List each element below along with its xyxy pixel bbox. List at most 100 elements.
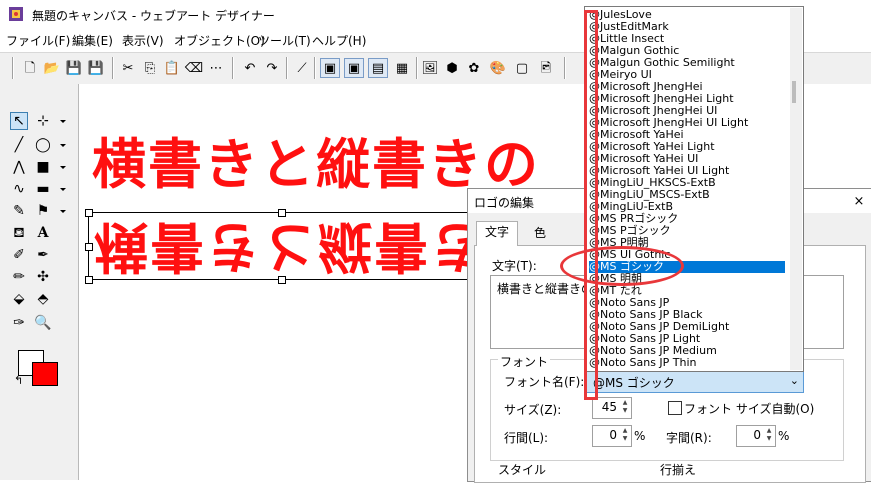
resize-handle[interactable] xyxy=(85,209,93,217)
cut-icon[interactable]: ✂ xyxy=(118,58,138,78)
new-file-icon[interactable]: 🗋 xyxy=(20,58,40,78)
char-spacing-stepper[interactable]: 0 ▲ ▼ xyxy=(736,425,776,447)
scrollbar[interactable] xyxy=(790,8,802,370)
menu-object[interactable]: オブジェクト(O) xyxy=(174,32,265,49)
size-label: サイズ(Z): xyxy=(504,403,562,417)
eyedropper-icon[interactable]: ✑ xyxy=(10,314,28,332)
rectangle-tool-icon[interactable]: ■ xyxy=(34,158,52,176)
dropdown-triangle-icon[interactable] xyxy=(60,144,66,147)
auto-size-label: フォント サイズ自動(O) xyxy=(684,402,815,416)
line-spacing-stepper[interactable]: 0 ▲ ▼ xyxy=(592,425,632,447)
image-edit-icon[interactable]: 🖻 xyxy=(536,58,556,78)
menu-tools[interactable]: ツール(T) xyxy=(258,32,311,49)
brush-tool-icon[interactable]: ✒ xyxy=(34,246,52,264)
font-option[interactable]: @Noto Sans JP Thin xyxy=(589,357,785,369)
char-spacing-value: 0 xyxy=(753,428,761,442)
app-icon xyxy=(9,7,23,21)
percent-label: % xyxy=(634,429,646,443)
spin-arrows-icon[interactable]: ▲ ▼ xyxy=(764,427,774,443)
style-group-label: スタイル xyxy=(498,463,547,477)
magic-wand-icon[interactable]: ⟋ xyxy=(292,58,312,78)
dropdown-triangle-icon[interactable] xyxy=(60,166,66,169)
annotation-rectangle xyxy=(584,10,598,400)
swap-colors-icon[interactable]: ↰ xyxy=(14,374,23,387)
resize-handle[interactable] xyxy=(85,276,93,284)
font-dropdown-list[interactable]: @JulesLove @JustEditMark @Little Insect @Ma… xyxy=(584,6,804,372)
redo-icon[interactable]: ↷ xyxy=(262,58,282,78)
save-icon[interactable]: 💾 xyxy=(64,58,84,78)
menu-view[interactable]: 表示(V) xyxy=(122,32,164,49)
undo-icon[interactable]: ↶ xyxy=(240,58,260,78)
select-arrow-icon[interactable]: ↖ xyxy=(10,112,28,130)
background-color-swatch[interactable] xyxy=(32,362,58,386)
font-name-label: フォント名(F): xyxy=(504,375,585,389)
cube-icon[interactable]: ⬢ xyxy=(442,58,462,78)
resize-handle[interactable] xyxy=(278,209,286,217)
toolbar-separator xyxy=(12,57,14,79)
view-mode-3-icon[interactable]: ▤ xyxy=(368,58,388,78)
tab-text[interactable]: 文字 xyxy=(476,221,519,246)
view-mode-2-icon[interactable]: ▣ xyxy=(344,58,364,78)
spin-arrows-icon[interactable]: ▲ ▼ xyxy=(620,399,630,415)
text-input-value: 横書きと縦書きの xyxy=(497,282,594,296)
save-as-icon[interactable]: 💾 xyxy=(86,58,106,78)
palette-icon[interactable]: 🎨 xyxy=(488,58,508,78)
ellipse-tool-icon[interactable]: ◯ xyxy=(34,136,52,154)
window-title: 無題のキャンバス - ウェブアート デザイナー xyxy=(32,9,275,23)
freehand-tool-icon[interactable]: ✎ xyxy=(10,202,28,220)
char-spacing-label: 字間(R): xyxy=(666,431,712,445)
font-group-label: フォント xyxy=(498,353,551,370)
resize-handle[interactable] xyxy=(85,243,93,251)
toolbar-separator xyxy=(232,57,234,79)
font-name-value: @MS ゴシック xyxy=(593,376,675,390)
toolbar-separator xyxy=(416,57,418,79)
view-mode-1-icon[interactable]: ▣ xyxy=(320,58,340,78)
open-folder-icon[interactable]: 📂 xyxy=(42,58,62,78)
marker-tool-icon[interactable]: ✏ xyxy=(10,268,28,286)
size-value: 45 xyxy=(601,400,617,414)
polyline-tool-icon[interactable]: ⋀ xyxy=(10,158,28,176)
annotation-ellipse xyxy=(560,246,684,286)
line-tool-icon[interactable]: ╱ xyxy=(10,136,28,154)
toolbar-separator xyxy=(286,57,288,79)
stamp-tool-icon[interactable]: ⬙ xyxy=(10,290,28,308)
eraser-tool-icon[interactable]: ⬘ xyxy=(34,290,52,308)
shapes-icon[interactable]: ✿ xyxy=(464,58,484,78)
resize-handle[interactable] xyxy=(278,276,286,284)
toolbar-separator xyxy=(112,57,114,79)
menu-help[interactable]: ヘルプ(H) xyxy=(312,32,366,49)
auto-size-checkbox[interactable] xyxy=(668,401,682,415)
align-group-label: 行揃え xyxy=(660,463,697,477)
tab-color[interactable]: 色 xyxy=(526,223,554,243)
fill-bucket-icon[interactable]: ⛾ xyxy=(10,224,28,242)
copy-icon[interactable]: ⎘ xyxy=(140,58,160,78)
menu-file[interactable]: ファイル(F) xyxy=(6,32,70,49)
zoom-icon[interactable]: 🔍 xyxy=(34,314,52,332)
dropdown-triangle-icon[interactable] xyxy=(60,188,66,191)
select-all-icon[interactable]: ⋯ xyxy=(206,58,226,78)
dropdown-triangle-icon[interactable] xyxy=(60,120,66,123)
close-icon[interactable]: × xyxy=(849,191,869,211)
text-tool-icon[interactable]: A xyxy=(34,224,52,242)
pen-tool-icon[interactable]: ✐ xyxy=(10,246,28,264)
rounded-rect-tool-icon[interactable]: ▬ xyxy=(34,180,52,198)
flag-tool-icon[interactable]: ⚑ xyxy=(34,202,52,220)
toolbar-separator xyxy=(564,57,566,79)
dropdown-triangle-icon[interactable] xyxy=(60,210,66,213)
curve-tool-icon[interactable]: ∿ xyxy=(10,180,28,198)
chevron-down-icon[interactable]: ⌄ xyxy=(790,374,799,387)
view-mode-4-icon[interactable]: ▦ xyxy=(392,58,412,78)
image-icon[interactable]: 🖼 xyxy=(420,58,440,78)
size-stepper[interactable]: 45 ▲ ▼ xyxy=(592,397,632,419)
line-spacing-label: 行間(L): xyxy=(504,431,549,445)
paste-icon[interactable]: 📋 xyxy=(162,58,182,78)
font-name-select[interactable]: @MS ゴシック ⌄ xyxy=(586,371,804,393)
text-label: 文字(T): xyxy=(492,259,537,273)
node-edit-icon[interactable]: ⊹ xyxy=(34,112,52,130)
menu-edit[interactable]: 編集(E) xyxy=(72,32,113,49)
frame-icon[interactable]: ▢ xyxy=(512,58,532,78)
eraser-icon[interactable]: ⌫ xyxy=(184,58,204,78)
airbrush-tool-icon[interactable]: ✣ xyxy=(34,268,52,286)
spin-arrows-icon[interactable]: ▲ ▼ xyxy=(620,427,630,443)
scrollbar-thumb[interactable] xyxy=(792,81,796,103)
